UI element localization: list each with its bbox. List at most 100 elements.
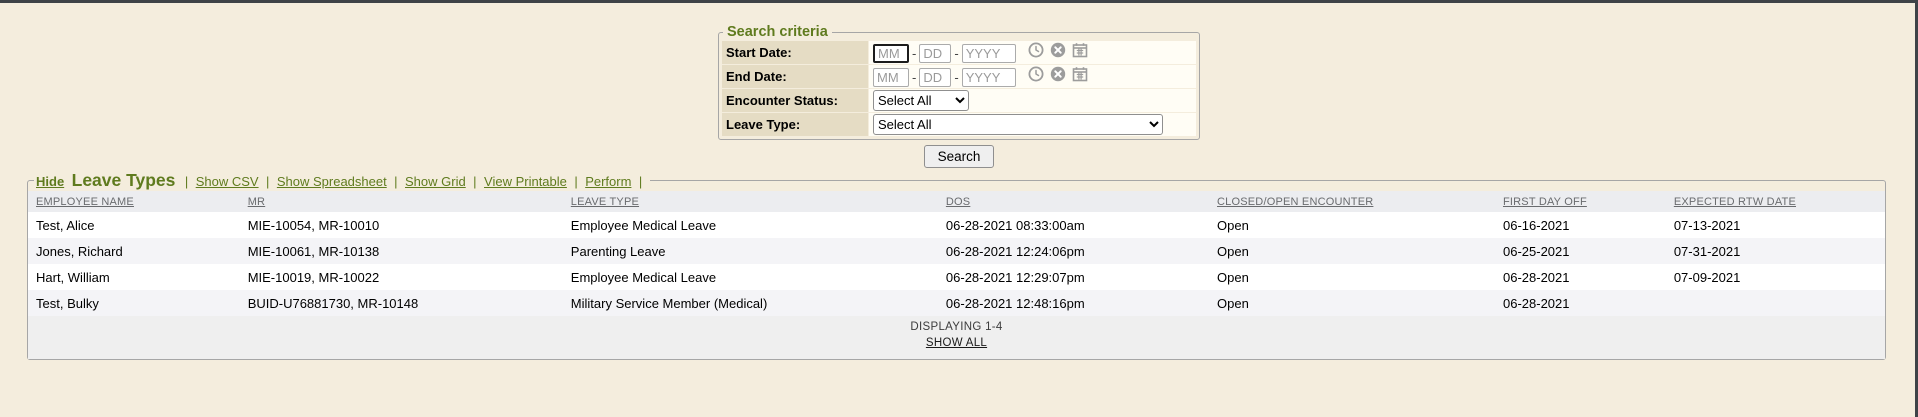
end-date-group: - - — [873, 68, 1016, 87]
clock-icon[interactable] — [1028, 66, 1044, 82]
search-criteria-table: Start Date: - - — [721, 40, 1197, 137]
cell-mr: MIE-10019, MR-10022 — [240, 264, 563, 290]
cell-leave-type: Parenting Leave — [563, 238, 938, 264]
cell-expected-rtw — [1666, 290, 1885, 316]
date-separator: - — [954, 70, 958, 85]
end-date-icons — [1028, 66, 1088, 82]
cell-first-day-off: 06-28-2021 — [1495, 290, 1666, 316]
header-dos[interactable]: DOS — [938, 191, 1209, 212]
toolbar-separator: | — [394, 174, 397, 189]
header-closed-open-encounter[interactable]: CLOSED/OPEN ENCOUNTER — [1209, 191, 1495, 212]
cell-first-day-off: 06-16-2021 — [1495, 212, 1666, 238]
table-row[interactable]: Jones, Richard MIE-10061, MR-10138 Paren… — [28, 238, 1885, 264]
cell-first-day-off: 06-25-2021 — [1495, 238, 1666, 264]
cell-mr: BUID-U76881730, MR-10148 — [240, 290, 563, 316]
leave-type-label: Leave Type: — [722, 113, 868, 136]
leave-types-toolbar: Hide Leave Types | Show CSV | Show Sprea… — [34, 170, 650, 191]
cell-first-day-off: 06-28-2021 — [1495, 264, 1666, 290]
show-spreadsheet-link[interactable]: Show Spreadsheet — [277, 174, 387, 189]
view-printable-link[interactable]: View Printable — [484, 174, 567, 189]
cell-mr: MIE-10061, MR-10138 — [240, 238, 563, 264]
header-leave-type[interactable]: LEAVE TYPE — [563, 191, 938, 212]
leave-types-fieldset: Hide Leave Types | Show CSV | Show Sprea… — [27, 170, 1886, 360]
cell-encounter: Open — [1209, 290, 1495, 316]
cell-employee: Jones, Richard — [28, 238, 240, 264]
search-criteria-section: Search criteria Start Date: - - — [718, 0, 1200, 168]
show-grid-link[interactable]: Show Grid — [405, 174, 466, 189]
window-top-edge — [0, 0, 1918, 3]
start-date-year-input[interactable] — [962, 44, 1016, 63]
header-employee-name[interactable]: EMPLOYEE NAME — [28, 191, 240, 212]
cell-expected-rtw: 07-09-2021 — [1666, 264, 1885, 290]
table-row[interactable]: Test, Bulky BUID-U76881730, MR-10148 Mil… — [28, 290, 1885, 316]
toolbar-separator: | — [185, 174, 188, 189]
date-separator: - — [954, 46, 958, 61]
encounter-status-value-cell: Select All — [869, 89, 1196, 112]
leave-types-title: Leave Types — [72, 170, 176, 190]
cell-expected-rtw: 07-13-2021 — [1666, 212, 1885, 238]
end-date-month-input[interactable] — [873, 68, 909, 87]
leave-types-section: Hide Leave Types | Show CSV | Show Sprea… — [27, 170, 1886, 360]
show-all-link[interactable]: SHOW ALL — [926, 337, 987, 349]
cell-encounter: Open — [1209, 238, 1495, 264]
header-expected-rtw-date[interactable]: EXPECTED RTW DATE — [1666, 191, 1885, 212]
clock-icon[interactable] — [1028, 42, 1044, 58]
table-row[interactable]: Test, Alice MIE-10054, MR-10010 Employee… — [28, 212, 1885, 238]
end-date-year-input[interactable] — [962, 68, 1016, 87]
cell-encounter: Open — [1209, 212, 1495, 238]
toolbar-separator: | — [639, 174, 642, 189]
toolbar-separator: | — [266, 174, 269, 189]
calendar-icon[interactable] — [1072, 42, 1088, 58]
leave-types-table: EMPLOYEE NAME MR LEAVE TYPE DOS CLOSED/O… — [28, 191, 1885, 316]
encounter-status-select[interactable]: Select All — [873, 90, 969, 111]
start-date-row: Start Date: - - — [722, 41, 1196, 64]
date-separator: - — [912, 46, 916, 61]
cell-employee: Test, Bulky — [28, 290, 240, 316]
end-date-day-input[interactable] — [919, 68, 951, 87]
clear-icon[interactable] — [1050, 66, 1066, 82]
start-date-icons — [1028, 42, 1088, 58]
cell-dos: 06-28-2021 12:29:07pm — [938, 264, 1209, 290]
header-mr[interactable]: MR — [240, 191, 563, 212]
toolbar-separator: | — [473, 174, 476, 189]
encounter-status-row: Encounter Status: Select All — [722, 89, 1196, 112]
cell-dos: 06-28-2021 12:48:16pm — [938, 290, 1209, 316]
cell-leave-type: Employee Medical Leave — [563, 264, 938, 290]
show-csv-link[interactable]: Show CSV — [196, 174, 259, 189]
cell-mr: MIE-10054, MR-10010 — [240, 212, 563, 238]
search-button[interactable]: Search — [924, 145, 995, 168]
end-date-label: End Date: — [722, 65, 868, 88]
start-date-value-cell: - - — [869, 41, 1196, 64]
displaying-count: DISPLAYING 1-4 — [28, 321, 1885, 333]
cell-dos: 06-28-2021 12:24:06pm — [938, 238, 1209, 264]
start-date-day-input[interactable] — [919, 44, 951, 63]
clear-icon[interactable] — [1050, 42, 1066, 58]
search-criteria-fieldset: Search criteria Start Date: - - — [718, 24, 1200, 140]
search-button-row: Search — [718, 145, 1200, 168]
date-separator: - — [912, 70, 916, 85]
perform-link[interactable]: Perform — [585, 174, 631, 189]
toolbar-separator: | — [574, 174, 577, 189]
start-date-label: Start Date: — [722, 41, 868, 64]
calendar-icon[interactable] — [1072, 66, 1088, 82]
cell-dos: 06-28-2021 08:33:00am — [938, 212, 1209, 238]
cell-employee: Test, Alice — [28, 212, 240, 238]
leave-type-select[interactable]: Select All — [873, 114, 1163, 135]
start-date-group: - - — [873, 44, 1016, 63]
leave-type-value-cell: Select All — [869, 113, 1196, 136]
table-header-row: EMPLOYEE NAME MR LEAVE TYPE DOS CLOSED/O… — [28, 191, 1885, 212]
header-first-day-off[interactable]: FIRST DAY OFF — [1495, 191, 1666, 212]
start-date-month-input[interactable] — [873, 44, 909, 63]
end-date-row: End Date: - - — [722, 65, 1196, 88]
cell-employee: Hart, William — [28, 264, 240, 290]
cell-expected-rtw: 07-31-2021 — [1666, 238, 1885, 264]
hide-link[interactable]: Hide — [36, 174, 64, 189]
search-criteria-legend: Search criteria — [723, 24, 832, 40]
table-row[interactable]: Hart, William MIE-10019, MR-10022 Employ… — [28, 264, 1885, 290]
table-footer: DISPLAYING 1-4 SHOW ALL — [28, 316, 1885, 359]
cell-leave-type: Employee Medical Leave — [563, 212, 938, 238]
encounter-status-label: Encounter Status: — [722, 89, 868, 112]
cell-leave-type: Military Service Member (Medical) — [563, 290, 938, 316]
page: { "colors": { "accent": "#5F7B1E", "page… — [0, 0, 1918, 417]
cell-encounter: Open — [1209, 264, 1495, 290]
